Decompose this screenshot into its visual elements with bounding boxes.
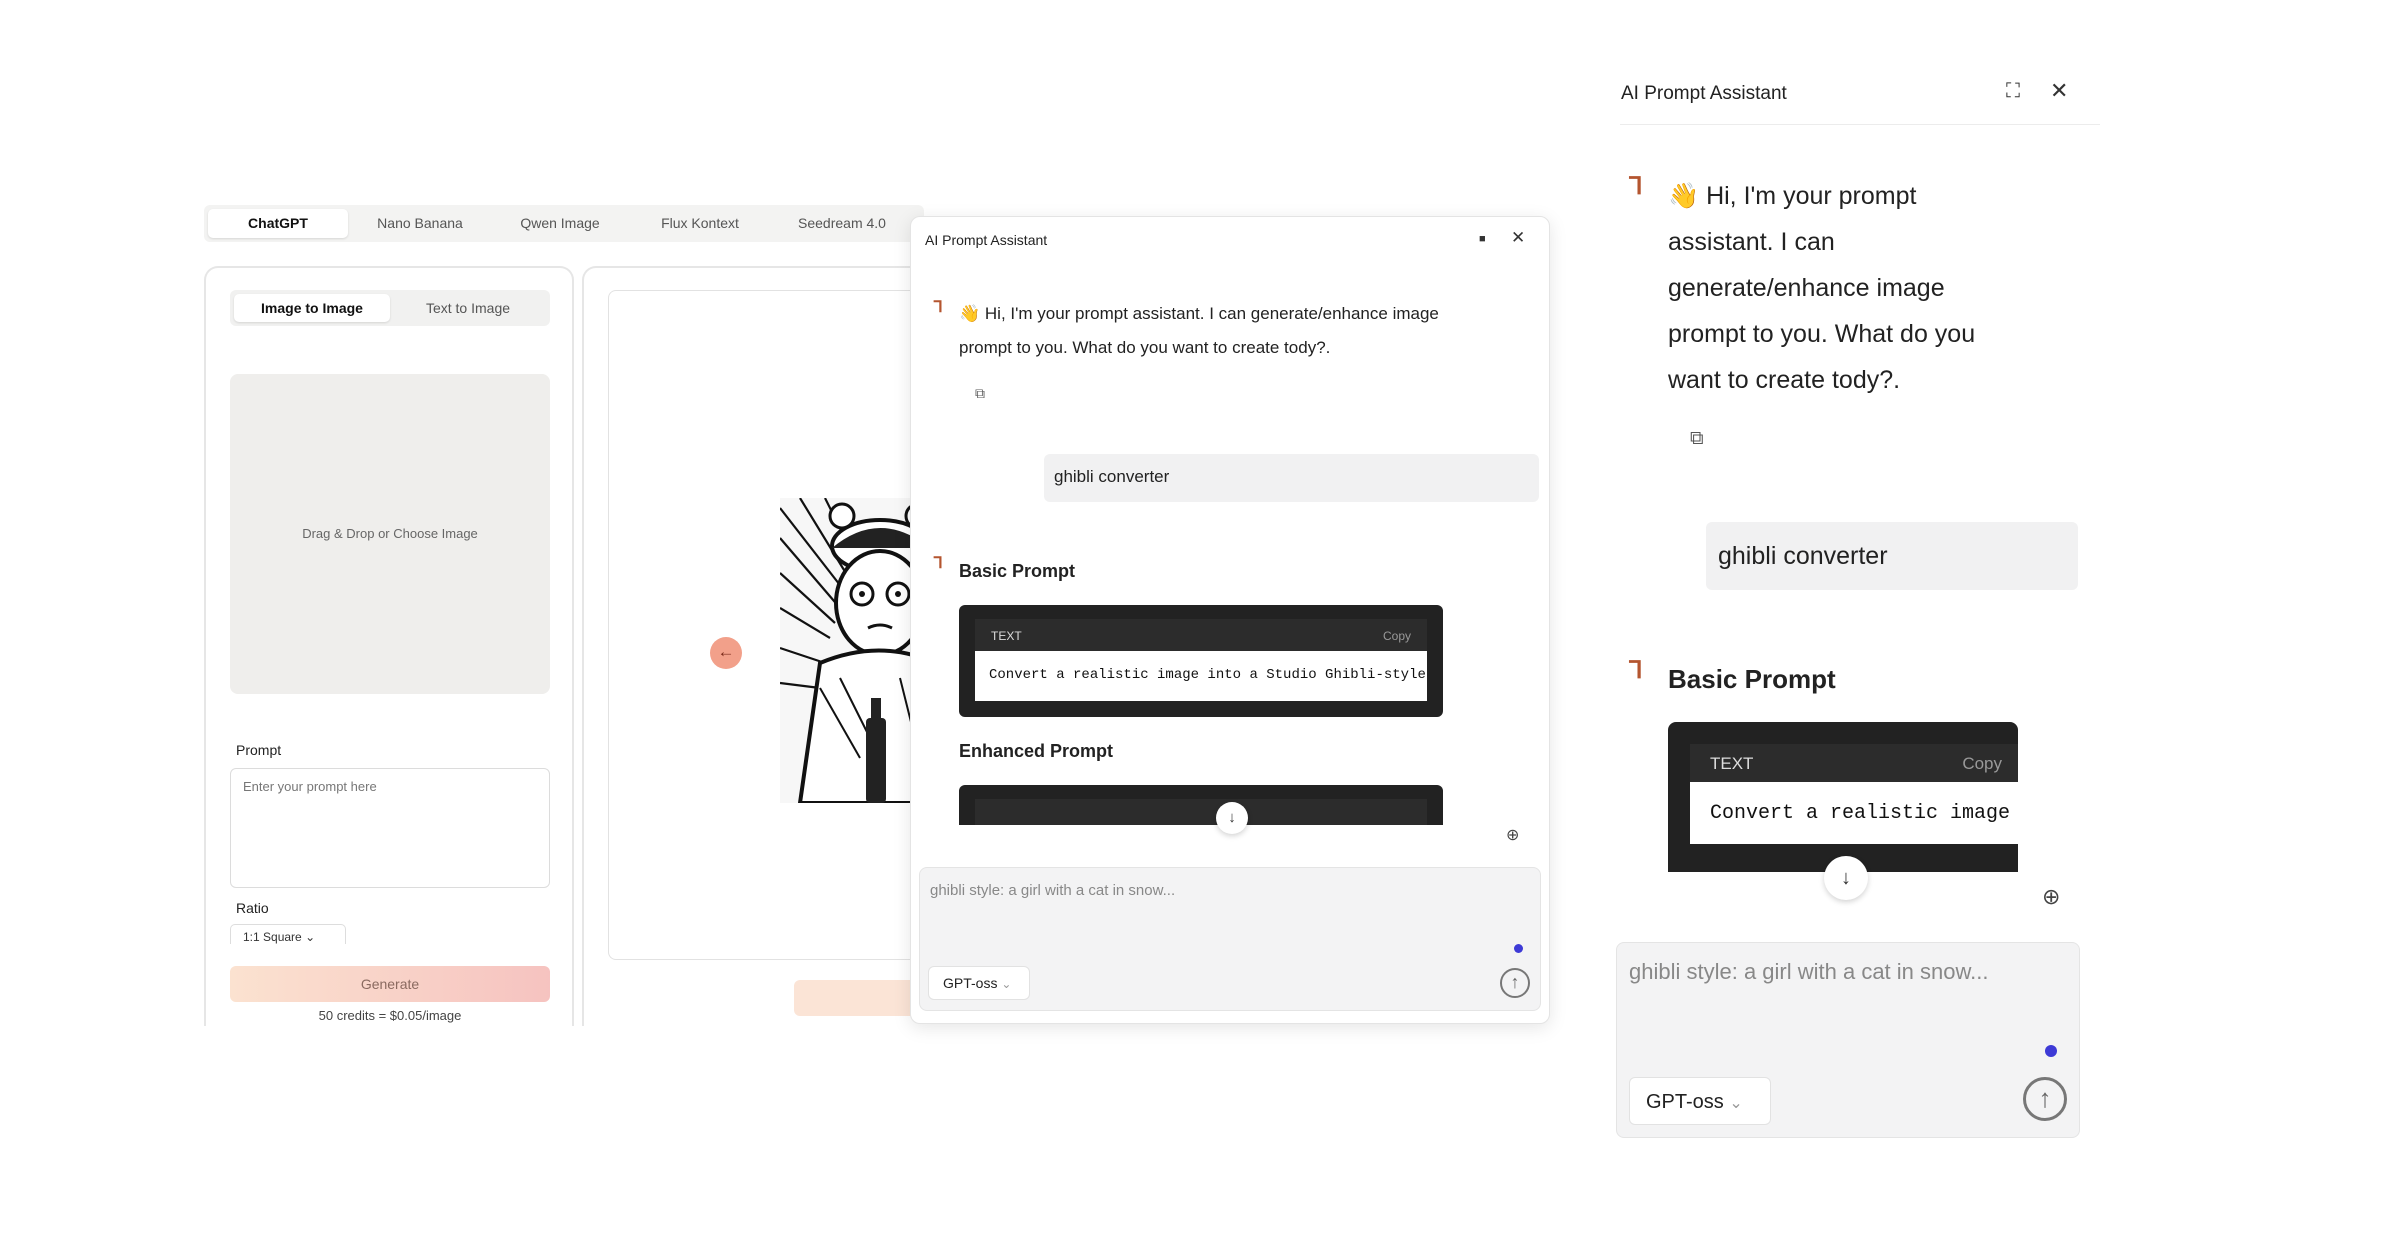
code-header-large: TEXT Copy	[1690, 744, 2018, 782]
code-header: TEXT Copy	[975, 619, 1427, 651]
code-text: Convert a realistic image into a Studio …	[975, 651, 1427, 701]
new-chat-icon[interactable]: ⊕	[1506, 825, 1519, 845]
tab-seedream[interactable]: Seedream 4.0	[772, 209, 912, 238]
assistant-title: AI Prompt Assistant	[925, 232, 1048, 248]
model-select-large[interactable]: GPT-oss ⌄	[1629, 1077, 1771, 1125]
bot-avatar-icon: ᒣ	[933, 555, 943, 572]
user-message-large: ghibli converter	[1706, 522, 2078, 590]
bot-avatar-icon: ᒣ	[1628, 657, 1643, 684]
ratio-value: 1:1 Square	[243, 930, 302, 944]
send-arrow-icon[interactable]: ↑	[1500, 968, 1530, 998]
maximize-icon[interactable]: ■	[1479, 233, 1486, 245]
composer-input[interactable]: ghibli style: a girl with a cat in snow.…	[930, 882, 1175, 899]
copy-icon[interactable]: ⧉	[975, 385, 985, 402]
assistant-greeting-large: 👋 Hi, I'm your prompt assistant. I can g…	[1668, 182, 1976, 394]
copy-button-large[interactable]: Copy	[1962, 754, 2002, 774]
code-header-enhanced	[975, 799, 1427, 825]
tab-nano-banana[interactable]: Nano Banana	[352, 209, 488, 238]
basic-prompt-heading-large: Basic Prompt	[1668, 664, 1836, 694]
bot-avatar-icon: ᒣ	[1628, 173, 1643, 200]
chevron-down-icon: ⌄	[1001, 977, 1012, 991]
credits-text: 50 credits = $0.05/image	[318, 1008, 462, 1023]
tab-qwen-image[interactable]: Qwen Image	[492, 209, 628, 238]
send-arrow-icon[interactable]: ↑	[2023, 1077, 2067, 1121]
status-dot	[2045, 1045, 2057, 1057]
tab-flux-kontext[interactable]: Flux Kontext	[632, 209, 768, 238]
chevron-down-icon: ⌄	[1729, 1095, 1743, 1112]
copy-icon[interactable]: ⧉	[1690, 428, 1704, 450]
ratio-label: Ratio	[236, 900, 269, 916]
arrow-down-icon[interactable]: ↓	[1216, 802, 1248, 834]
code-lang-large: TEXT	[1710, 754, 1754, 773]
generator-panel: Image to Image Text to Image Drag & Drop…	[204, 266, 574, 1026]
model-name-large: GPT-oss	[1646, 1091, 1724, 1113]
tab-chatgpt[interactable]: ChatGPT	[208, 209, 348, 238]
bot-avatar-icon: ᒣ	[933, 299, 943, 316]
new-chat-icon[interactable]: ⊕	[2042, 884, 2060, 910]
assistant-panel-small: AI Prompt Assistant ■ ✕ ᒣ 👋 Hi, I'm your…	[910, 216, 1550, 1024]
expand-icon[interactable]: ⛶	[2006, 80, 2020, 103]
generate-button[interactable]: Generate	[230, 966, 550, 1002]
arrow-down-icon[interactable]: ↓	[1824, 856, 1868, 900]
prompt-input[interactable]: Enter your prompt here	[230, 768, 550, 888]
code-block-large: TEXT Copy Convert a realistic image into…	[1668, 722, 2018, 874]
ratio-select[interactable]: 1:1 Square ⌄	[230, 924, 346, 944]
tab-image-to-image[interactable]: Image to Image	[234, 294, 390, 322]
model-select[interactable]: GPT-oss ⌄	[928, 966, 1030, 1000]
code-lang: TEXT	[991, 629, 1022, 643]
arrow-left-icon[interactable]: ←	[710, 637, 742, 669]
code-block-enhanced	[959, 785, 1443, 825]
result-panel: ←	[582, 266, 935, 1026]
assistant-title-large: AI Prompt Assistant	[1621, 83, 1787, 104]
tab-text-to-image[interactable]: Text to Image	[390, 294, 546, 322]
model-tabs: ChatGPT Nano Banana Qwen Image Flux Kont…	[204, 205, 924, 242]
image-dropzone[interactable]: Drag & Drop or Choose Image	[230, 374, 550, 694]
header-divider	[1620, 124, 2100, 125]
enhanced-prompt-heading: Enhanced Prompt	[959, 741, 1114, 761]
close-icon[interactable]: ✕	[2050, 78, 2068, 104]
mode-tabs: Image to Image Text to Image	[230, 290, 550, 326]
close-icon[interactable]: ✕	[1511, 228, 1525, 248]
basic-prompt-heading: Basic Prompt	[959, 561, 1076, 581]
status-dot	[1514, 944, 1523, 953]
composer[interactable]: ghibli style: a girl with a cat in snow.…	[919, 867, 1541, 1011]
code-block-basic: TEXT Copy Convert a realistic image into…	[959, 605, 1443, 717]
composer-input-large[interactable]: ghibli style: a girl with a cat in snow.…	[1629, 959, 1989, 985]
assistant-greeting: 👋 Hi, I'm your prompt assistant. I can g…	[959, 304, 1439, 357]
result-frame: ←	[608, 290, 935, 960]
composer-large[interactable]: ghibli style: a girl with a cat in snow.…	[1616, 942, 2080, 1138]
model-name: GPT-oss	[943, 975, 998, 991]
user-message: ghibli converter	[1044, 454, 1539, 502]
chevron-down-icon: ⌄	[305, 930, 316, 944]
copy-button[interactable]: Copy	[1383, 629, 1411, 643]
code-text-large: Convert a realistic image into a Studio …	[1690, 782, 2018, 844]
prompt-label: Prompt	[236, 742, 282, 758]
